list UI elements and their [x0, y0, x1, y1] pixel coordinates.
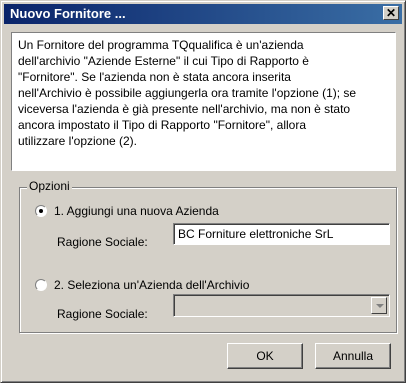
info-line: viceversa l'azienda è già presente nell'… — [18, 102, 351, 116]
field1-label: Ragione Sociale: — [57, 235, 148, 249]
title-bar: Nuovo Fornitore ... ✕ — [4, 4, 402, 24]
option2-radio[interactable] — [35, 279, 47, 291]
cancel-button[interactable]: Annulla — [315, 343, 391, 369]
azienda-select[interactable] — [173, 294, 390, 317]
dialog-window: Nuovo Fornitore ... ✕ Un Fornitore del p… — [0, 0, 406, 383]
ragione-sociale-value: BC Forniture elettroniche SrL — [178, 227, 334, 241]
close-icon: ✕ — [385, 6, 397, 20]
window-title: Nuovo Fornitore ... — [10, 6, 126, 21]
radio-selected-dot — [39, 209, 43, 213]
ok-button[interactable]: OK — [227, 343, 303, 369]
option2-label[interactable]: 2. Seleziona un'Azienda dell'Archivio — [54, 278, 249, 292]
info-line: ancora impostato il Tipo di Rapporto "Fo… — [18, 118, 306, 132]
dropdown-button[interactable] — [371, 297, 387, 314]
option1-label[interactable]: 1. Aggiungi una nuova Azienda — [54, 204, 219, 218]
options-group-label: Opzioni — [27, 179, 72, 193]
info-line: dell'archivio "Aziende Esterne" il cui T… — [18, 54, 309, 68]
close-button[interactable]: ✕ — [383, 6, 399, 20]
info-panel: Un Fornitore del programma TQqualifica è… — [11, 32, 396, 171]
info-line: "Fornitore". Se l'azienda non è stata an… — [18, 70, 291, 84]
info-line: Un Fornitore del programma TQqualifica è… — [18, 38, 304, 52]
info-text: Un Fornitore del programma TQqualifica è… — [18, 37, 386, 149]
option1-radio[interactable] — [35, 205, 47, 217]
info-line: utilizzare l'opzione (2). — [18, 134, 138, 148]
ragione-sociale-input[interactable]: BC Forniture elettroniche SrL — [173, 223, 390, 245]
chevron-down-icon — [376, 304, 384, 308]
info-line: nell'Archivio è possibile aggiungerla or… — [18, 86, 357, 100]
field2-label: Ragione Sociale: — [57, 307, 148, 321]
